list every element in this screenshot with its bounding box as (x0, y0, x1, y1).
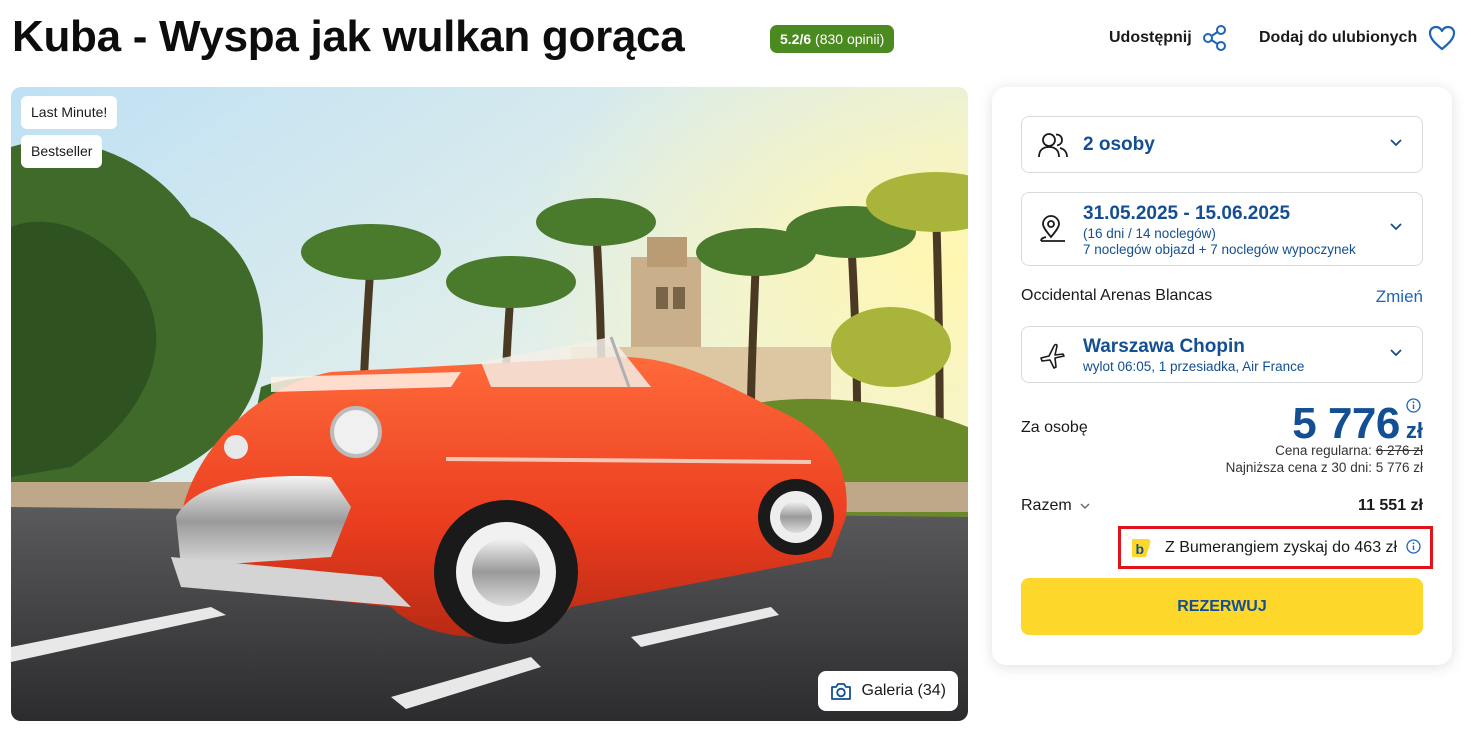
dates-program: 7 noclegów objazd + 7 noclegów wypoczyne… (1083, 242, 1356, 257)
bumerang-info-icon[interactable] (1406, 539, 1421, 554)
share-label: Udostępnij (1109, 29, 1192, 46)
badge-bestseller: Bestseller (21, 135, 103, 168)
lowest-price-30-days: Najniższa cena z 30 dni: 5 776 zł (1225, 460, 1423, 475)
total-toggle[interactable]: Razem (1021, 497, 1090, 515)
reserve-button[interactable]: REZERWUJ (1021, 578, 1423, 635)
rating-badge[interactable]: 5.2/6 (830 opinii) (770, 25, 895, 53)
price-per-person: 5 776 zł (1292, 399, 1423, 449)
page-title: Kuba - Wyspa jak wulkan gorąca (12, 12, 685, 61)
booking-panel: 2 osoby 31.05.2025 - 15.06.2025 (16 dni … (992, 87, 1452, 665)
price-currency: zł (1405, 418, 1423, 443)
chevron-down-icon (1080, 503, 1090, 509)
flight-selector[interactable]: Warszawa Chopin wylot 06:05, 1 przesiadk… (1021, 326, 1423, 383)
persons-value: 2 osoby (1083, 134, 1155, 155)
dates-selector[interactable]: 31.05.2025 - 15.06.2025 (16 dni / 14 noc… (1021, 192, 1423, 266)
regular-price-label: Cena regularna: (1275, 443, 1372, 458)
price-amount: 5 776 (1292, 399, 1400, 448)
flight-details: wylot 06:05, 1 przesiadka, Air France (1083, 359, 1305, 374)
total-label: Razem (1021, 497, 1072, 514)
hotel-name: Occidental Arenas Blancas (1021, 287, 1213, 304)
share-icon (1202, 25, 1226, 51)
camera-icon (830, 683, 851, 700)
dates-value: 31.05.2025 - 15.06.2025 (1083, 203, 1291, 224)
location-pin-icon (1040, 215, 1065, 242)
rating-score: 5.2/6 (780, 31, 812, 47)
heart-icon (1429, 25, 1456, 51)
add-to-favorites-button[interactable]: Dodaj do ulubionych (1259, 24, 1457, 52)
chevron-down-icon (1390, 223, 1402, 231)
share-button[interactable]: Udostępnij (1109, 24, 1228, 52)
gallery-label: Galeria (34) (861, 682, 946, 699)
airplane-icon (1040, 343, 1065, 369)
hero-photo[interactable]: Last Minute! Bestseller Galeria (34) (11, 87, 968, 721)
chevron-down-icon (1390, 349, 1402, 357)
regular-price-line: Cena regularna: 6 276 zł (1275, 443, 1423, 458)
total-value: 11 551 zł (1358, 497, 1423, 514)
bumerang-text: Z Bumerangiem zyskaj do 463 zł (1165, 538, 1398, 556)
dates-duration: (16 dni / 14 noclegów) (1083, 226, 1216, 241)
persons-selector[interactable]: 2 osoby (1021, 116, 1423, 173)
chevron-down-icon (1390, 139, 1402, 147)
bumerang-logo-icon: b (1132, 538, 1151, 557)
rating-count: (830 opinii) (815, 31, 885, 47)
price-info-icon[interactable] (1406, 398, 1421, 413)
svg-text:b: b (1136, 541, 1145, 557)
favorites-label: Dodaj do ulubionych (1259, 29, 1418, 46)
regular-price-value: 6 276 zł (1375, 443, 1423, 458)
airport-value: Warszawa Chopin (1083, 336, 1245, 357)
users-icon (1038, 133, 1068, 158)
badge-last-minute: Last Minute! (21, 96, 118, 129)
bumerang-cashback[interactable]: b Z Bumerangiem zyskaj do 463 zł (1118, 526, 1433, 569)
gallery-button[interactable]: Galeria (34) (817, 671, 958, 711)
per-person-label: Za osobę (1021, 419, 1088, 436)
havana-car-photo (11, 87, 968, 721)
change-hotel-link[interactable]: Zmień (1376, 287, 1423, 307)
